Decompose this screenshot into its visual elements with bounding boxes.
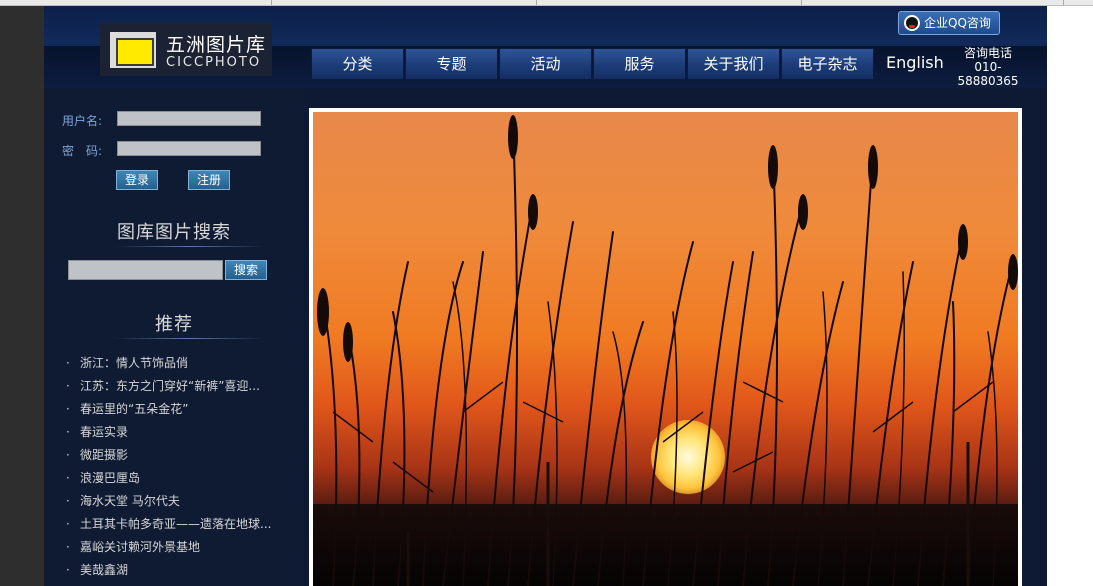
contact-label: 咨询电话 [963,46,1012,60]
left-margin [0,6,44,586]
list-item[interactable]: · 海水天堂 马尔代夫 [66,490,286,513]
nav-item-about[interactable]: 关于我们 [687,48,780,80]
reed-silhouette [317,115,1018,586]
logo-mark-icon [110,32,156,68]
list-item[interactable]: · 土耳其卡帕多奇亚——遗落在地球... [66,513,286,536]
list-item[interactable]: · 浙江：情人节饰品俏 [66,352,286,375]
logo-chinese-text: 五洲图片库 [166,34,267,56]
logo-english-text: CICCPHOTO [166,55,262,70]
contact-phone: 010-58880365 [957,60,1019,88]
contact-info: 咨询电话 010-58880365 [950,46,1026,88]
browser-tab[interactable] [537,0,802,5]
search-section-title: 图库图片搜索 [117,222,231,243]
nav-item-emagazine[interactable]: 电子杂志 [781,48,874,80]
nav-item-events[interactable]: 活动 [499,48,592,80]
sidebar: 用户名: 密 码: 登录 注册 图库图片搜索 搜索 推荐 · 浙江：情人节饰品俏 … [44,88,304,586]
qq-consult-button[interactable]: 企业QQ咨询 [898,11,1000,35]
browser-tab[interactable] [0,0,272,5]
list-item[interactable]: · 微距摄影 [66,444,286,467]
recommend-list: · 浙江：情人节饰品俏 · 江苏：东方之门穿好“新裤”喜迎... · 春运里的“五朵金… [66,352,286,582]
qq-consult-label: 企业QQ咨询 [924,16,991,30]
list-item[interactable]: · 江苏：东方之门穿好“新裤”喜迎... [66,375,286,398]
login-button[interactable]: 登录 [116,170,158,190]
browser-tab[interactable] [802,0,1064,5]
right-margin [1047,6,1093,586]
site-logo[interactable]: 五洲图片库 CICCPHOTO [100,22,272,76]
list-item[interactable]: · 春运里的“五朵金花” [66,398,286,421]
list-item[interactable]: · 春运实录 [66,421,286,444]
recommend-section-title: 推荐 [155,314,193,335]
password-label: 密 码: [62,144,103,158]
browser-tab[interactable] [272,0,537,5]
nav-item-services[interactable]: 服务 [593,48,686,80]
main-nav: 分类 专题 活动 服务 关于我们 电子杂志 [311,48,875,80]
site-header: 五洲图片库 CICCPHOTO 企业QQ咨询 分类 专题 活动 服务 关于我们 … [44,6,1047,88]
qq-penguin-icon [904,15,920,31]
username-input[interactable] [117,111,261,126]
search-button[interactable]: 搜索 [225,260,267,280]
list-item[interactable]: · 美哉鑫湖 [66,559,286,582]
list-item[interactable]: · 嘉峪关讨赖河外景基地 [66,536,286,559]
featured-photo-frame [309,108,1022,586]
site-container: 五洲图片库 CICCPHOTO 企业QQ咨询 分类 专题 活动 服务 关于我们 … [44,6,1047,586]
search-title-divider [114,246,264,247]
featured-photo-sunset-reeds[interactable] [313,112,1018,586]
nav-item-category[interactable]: 分类 [311,48,404,80]
nav-item-topics[interactable]: 专题 [405,48,498,80]
register-button[interactable]: 注册 [188,170,230,190]
english-link[interactable]: English [886,53,944,72]
username-label: 用户名: [62,114,103,128]
search-input[interactable] [68,260,223,280]
list-item[interactable]: · 浪漫巴厘岛 [66,467,286,490]
password-input[interactable] [117,141,261,156]
recommend-title-divider [114,338,264,339]
